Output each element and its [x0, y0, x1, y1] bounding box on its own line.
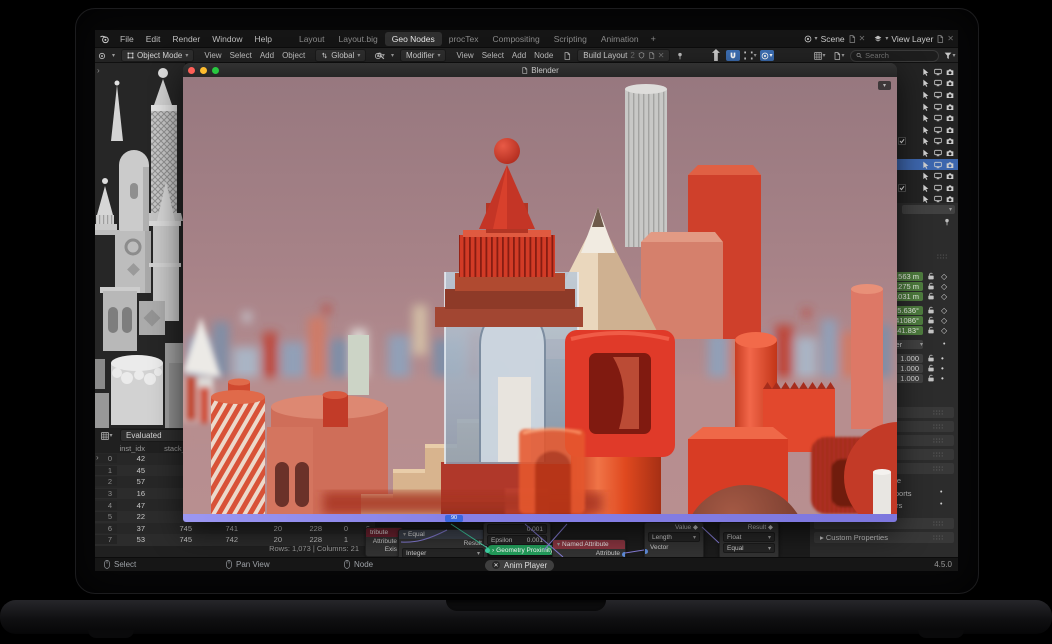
- rendered-image: ▾: [183, 77, 897, 514]
- blender-screen: FileEditRenderWindowHelp LayoutLayout.bi…: [95, 30, 958, 571]
- hint-node: Node: [343, 559, 373, 570]
- current-frame-badge[interactable]: 90: [445, 515, 463, 522]
- render-result-window[interactable]: Blender: [183, 63, 897, 522]
- compare-epsilon-node[interactable]: 0.001 Epsilon0.001: [483, 522, 551, 546]
- geometry-input-socket[interactable]: [485, 548, 490, 553]
- mouse-middle-icon: [225, 559, 233, 570]
- compare-node[interactable]: ▾Equal Result Integer▾: [398, 529, 488, 559]
- equal-operation-dropdown[interactable]: Equal▾: [723, 543, 775, 553]
- vector-input-socket[interactable]: [644, 549, 648, 554]
- blender-version: 4.5.0: [934, 560, 952, 569]
- vector-operation-dropdown[interactable]: Length▾: [648, 532, 700, 542]
- window-title: Blender: [183, 66, 897, 75]
- player-scrubber[interactable]: 90: [183, 514, 897, 522]
- named-attribute-node[interactable]: ▾Named Attribute Attribute: [552, 539, 626, 559]
- render-scene: [183, 77, 897, 514]
- epsilon-upper-field[interactable]: 0.001: [487, 524, 547, 534]
- mouse-left-icon: [103, 559, 111, 570]
- float-type-dropdown[interactable]: Float▾: [723, 532, 775, 542]
- compare-float-node[interactable]: Result ◆ Float▾ Equal▾: [719, 522, 779, 559]
- vector-math-node[interactable]: Value ◆ Length▾ Vector: [644, 522, 704, 559]
- hint-select: Select: [103, 559, 136, 570]
- window-title-bar[interactable]: Blender: [183, 63, 897, 77]
- stop-player-icon[interactable]: ✕: [492, 561, 500, 569]
- display-channel-dropdown[interactable]: ▾: [878, 81, 891, 90]
- epsilon-field[interactable]: Epsilon0.001: [487, 535, 547, 545]
- status-bar: Select Pan View Node ✕ Anim Player 4.5.0: [95, 557, 958, 571]
- geometry-proximity-node[interactable]: ›Geometry Proximity: [487, 545, 558, 555]
- anim-player-status[interactable]: ✕ Anim Player: [485, 560, 554, 571]
- laptop-foot: [88, 630, 134, 638]
- document-icon: [521, 67, 528, 74]
- laptop-foot: [918, 630, 964, 638]
- laptop-lid-notch: [446, 600, 606, 611]
- hint-pan-view: Pan View: [225, 559, 270, 570]
- mouse-right-icon: [343, 559, 351, 570]
